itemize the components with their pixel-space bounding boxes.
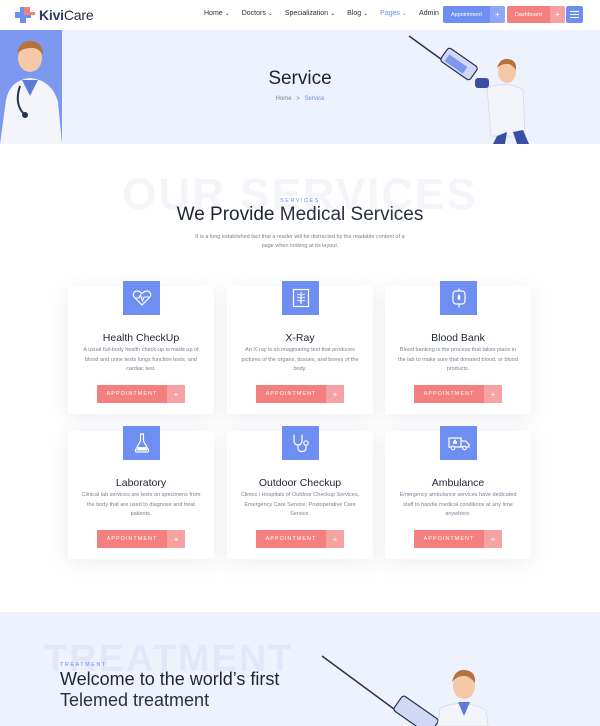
chevron-down-icon: ⌄ [363,11,369,17]
plus-icon: + [326,385,344,403]
main-nav: Home ⌄ Doctors ⌄ Specialization ⌄ Blog ⌄ Pag… [204,10,451,17]
services-description: It is a long established fact that a rea… [195,234,405,249]
logo-text: KiviCare [39,7,94,23]
card-text: Clinical lab services are tests on speci… [81,492,201,517]
stethoscope-icon [282,426,319,460]
blood-bag-icon [440,281,477,315]
appointment-label: Appointment [451,11,482,18]
doctor-syringe-illustration [321,655,489,726]
services-title-bold: We Provide [176,204,275,225]
services-title: We Provide Medical Services [0,204,600,226]
service-card-blood-bank: Blood Bank Blood banking is the process … [385,281,531,414]
services-title-light: Medical Services [279,204,424,225]
page-banner: Service Home > Service [0,30,600,144]
chevron-down-icon: ⌄ [330,11,336,17]
nav-item-home[interactable]: Home ⌄ [204,10,230,17]
plus-icon: + [167,385,185,403]
plus-icon: + [326,530,344,548]
card-text: An X-ray is an imaginaring test that pro… [241,347,359,372]
breadcrumb-current: Service [304,96,325,102]
plus-icon: + [167,530,185,548]
header-dashboard-button[interactable]: Dashboard + [507,6,565,23]
treatment-section: TREATMENT TREATMENT Welcome to the world… [0,612,600,726]
appointment-button[interactable]: APPOINTMENT + [97,530,185,548]
card-text: Blood banking is the process that takes … [398,347,518,372]
card-title: Laboratory [115,477,167,489]
appointment-button[interactable]: APPOINTMENT + [414,530,502,548]
card-title: Health CheckUp [102,332,180,344]
menu-icon[interactable] [566,6,583,23]
card-text: Clinics / Hospitals of Outdoor Checkup S… [240,492,360,517]
card-title: Outdoor Checkup [258,477,342,489]
treatment-eyebrow: TREATMENT [60,662,107,668]
logo[interactable]: KiviCare [14,6,94,24]
appointment-button[interactable]: APPOINTMENT + [414,385,502,403]
chevron-down-icon: ⌄ [402,11,408,17]
appointment-label: APPOINTMENT [414,385,484,403]
xray-icon [282,281,319,315]
card-text: Emergency ambulance services have dedica… [399,492,517,517]
treatment-title-line2: Telemed treatment [60,690,210,710]
site-header: KiviCare Home ⌄ Doctors ⌄ Specialization ⌄ … [0,0,600,30]
header-appointment-button[interactable]: Appointment + [443,6,505,23]
card-title: X-Ray [285,332,315,344]
heart-pulse-icon [123,281,160,315]
treatment-title-line1: Welcome to the world’s first [60,669,280,689]
dashboard-label: Dashboard [515,11,542,18]
service-card-ambulance: Ambulance Emergency ambulance services h… [385,426,531,559]
nav-item-admin[interactable]: Admin [419,10,439,17]
flask-icon [123,426,160,460]
appointment-label: APPOINTMENT [97,385,167,403]
doctor-syringe-illustration [408,35,529,144]
card-title: Blood Bank [431,332,485,344]
appointment-label: APPOINTMENT [256,385,326,403]
nav-item-doctors[interactable]: Doctors ⌄ [242,10,273,17]
nav-item-pages[interactable]: Pages ⌄ [380,10,407,17]
service-card-health-checkup: Health CheckUp A usual full-body health … [68,281,214,414]
card-title: Ambulance [431,477,485,489]
plus-icon: + [484,385,502,403]
appointment-label: APPOINTMENT [414,530,484,548]
chevron-down-icon: ⌄ [224,11,230,17]
appointment-button[interactable]: APPOINTMENT + [97,385,185,403]
appointment-button[interactable]: APPOINTMENT + [256,530,344,548]
logo-cross-icon [14,6,36,24]
appointment-label: APPOINTMENT [256,530,326,548]
nav-item-blog[interactable]: Blog ⌄ [347,10,368,17]
appointment-button[interactable]: APPOINTMENT + [256,385,344,403]
service-card-laboratory: Laboratory Clinical lab services are tes… [68,426,214,559]
service-card-outdoor-checkup: Outdoor Checkup Clinics / Hospitals of O… [227,426,373,559]
breadcrumb-separator: > [296,96,300,102]
plus-icon: + [549,6,565,23]
plus-icon: + [484,530,502,548]
breadcrumb-home[interactable]: Home [276,96,292,102]
plus-icon: + [489,6,505,23]
nav-item-specialization[interactable]: Specialization ⌄ [285,10,335,17]
card-text: A usual full-body health check-up is mad… [83,347,199,372]
appointment-label: APPOINTMENT [97,530,167,548]
ambulance-icon [440,426,477,460]
service-card-xray: X-Ray An X-ray is an imaginaring test th… [227,281,373,414]
chevron-down-icon: ⌄ [267,11,273,17]
